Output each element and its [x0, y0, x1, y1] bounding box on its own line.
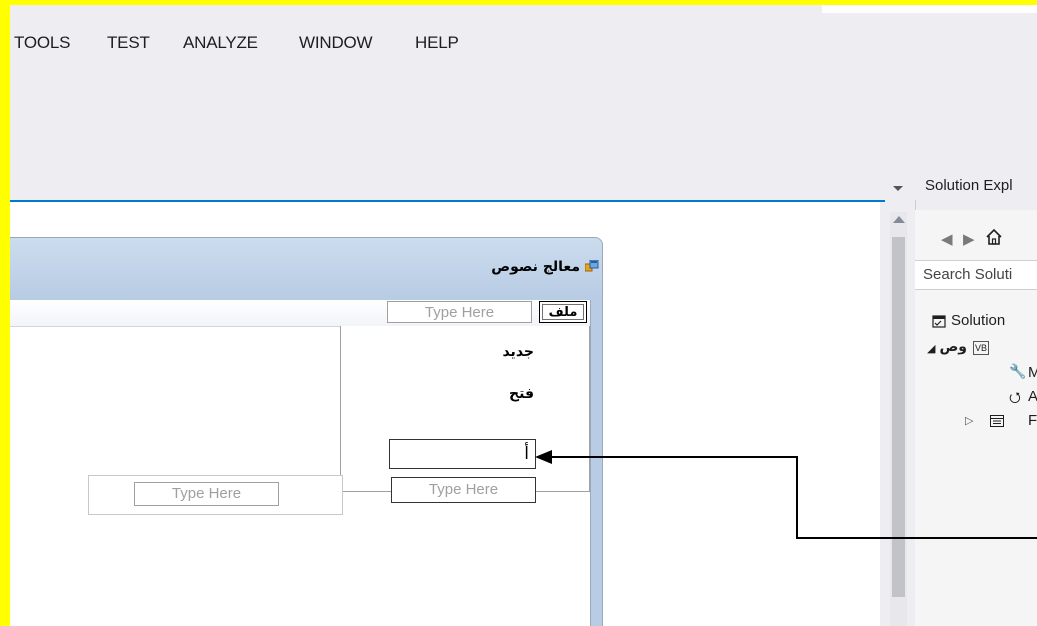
solution-explorer-panel: ◀ ▶ Search Soluti Solution ◢ VB وص 🔧 M ⭯…	[915, 210, 1037, 626]
tree-item-f[interactable]: F	[1028, 412, 1037, 429]
solution-icon	[932, 315, 946, 328]
designer-vertical-scrollbar[interactable]	[890, 212, 907, 626]
forward-icon[interactable]: ▶	[963, 230, 975, 248]
tree-solution[interactable]: Solution	[951, 312, 1005, 329]
solution-search-input[interactable]: Search Soluti	[915, 260, 1037, 290]
form-client-area[interactable]: ملف Type Here جديد فتح أ Type Here Type …	[10, 300, 591, 626]
tree-item-a[interactable]: A	[1028, 388, 1037, 405]
form-file-icon	[990, 415, 1004, 427]
submenu-box: Type Here	[88, 475, 343, 515]
scroll-up-icon[interactable]	[893, 216, 905, 223]
reference-icon: ⭯	[1009, 389, 1021, 405]
panel-dropdown-icon[interactable]	[893, 186, 903, 191]
vb-project-icon: VB	[973, 341, 990, 355]
menu-item-open[interactable]: فتح	[509, 386, 534, 402]
form-title: معالج نصوص	[491, 259, 580, 275]
menu-type-here[interactable]: Type Here	[387, 301, 532, 323]
menu-analyze[interactable]: ANALYZE	[183, 33, 258, 53]
menu-file-item[interactable]: ملف	[539, 301, 587, 323]
solution-explorer-title: Solution Expl	[925, 177, 1013, 194]
wrench-icon: 🔧	[1009, 363, 1027, 379]
tree-project[interactable]: وص	[915, 339, 967, 355]
menu-item-edit-field[interactable]: أ	[389, 439, 536, 469]
menu-item-new[interactable]: جديد	[502, 344, 534, 360]
form-designer-surface: معالج نصوص ملف Type Here جديد فتح أ Type…	[10, 202, 880, 626]
back-icon[interactable]: ◀	[941, 230, 953, 248]
scrollbar-thumb[interactable]	[892, 237, 905, 597]
dropdown-type-here[interactable]: Type Here	[391, 477, 536, 503]
home-icon[interactable]	[985, 228, 1003, 246]
file-dropdown-menu: جديد فتح أ Type Here	[340, 326, 590, 503]
tree-item-m[interactable]: M	[1028, 364, 1037, 381]
menu-window[interactable]: WINDOW	[299, 33, 373, 53]
designer-form[interactable]: معالج نصوص ملف Type Here جديد فتح أ Type…	[10, 237, 603, 626]
collapsed-icon[interactable]: ▷	[965, 414, 973, 427]
ide-window: TOOLS TEST ANALYZE WINDOW HELP معالج نصو…	[10, 5, 1037, 626]
menu-test[interactable]: TEST	[107, 33, 150, 53]
title-strip	[822, 5, 1037, 13]
menu-tools[interactable]: TOOLS	[14, 33, 71, 53]
form-icon	[585, 260, 599, 272]
menu-help[interactable]: HELP	[415, 33, 459, 53]
submenu-type-here[interactable]: Type Here	[134, 482, 279, 506]
menu-strip: ملف Type Here	[10, 300, 590, 327]
